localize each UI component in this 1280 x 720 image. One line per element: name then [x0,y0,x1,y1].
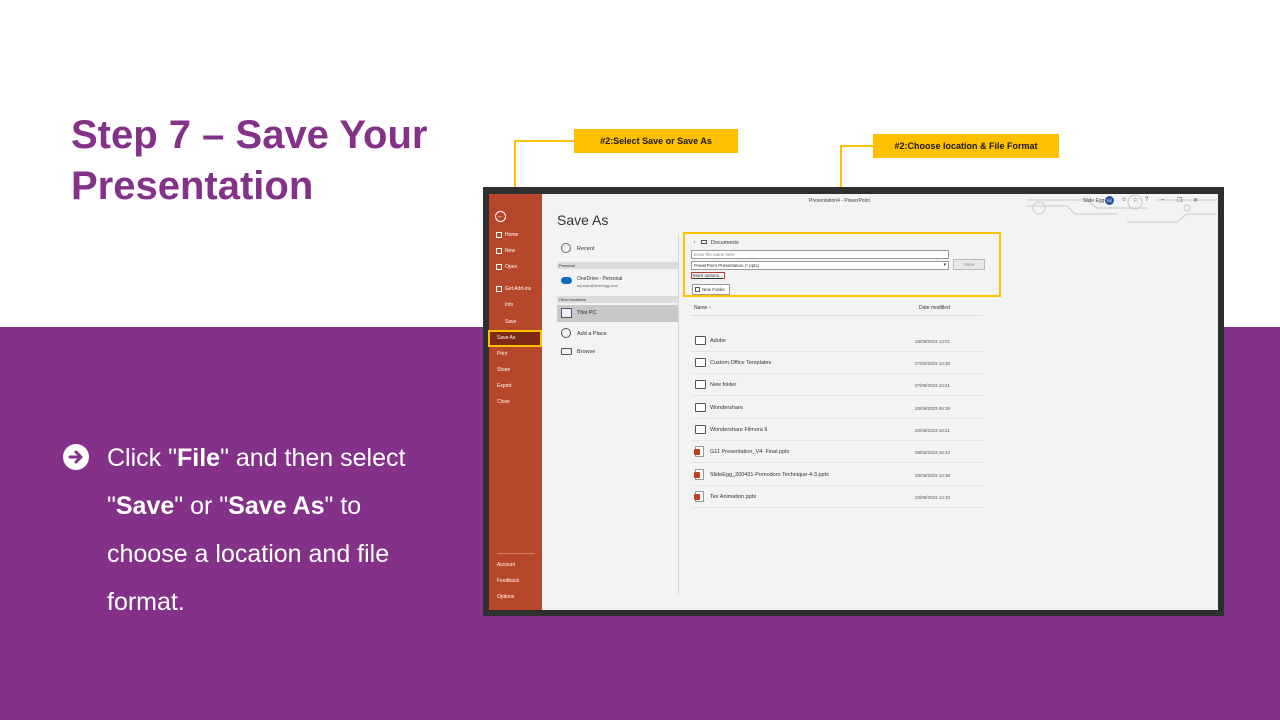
slide-title: Step 7 – Save Your Presentation [71,110,471,212]
arrow-circle-right-icon [63,444,89,470]
cloud-icon [561,277,572,284]
backstage-sidebar: ← Home New Open Get Add-ins Info Save Sa… [489,194,542,610]
backstage-item-close[interactable]: Close [489,395,542,409]
open-folder-icon [496,264,502,270]
list-item[interactable]: Custom Office Templates 07/02/2023 10:30 [691,352,983,374]
close-icon[interactable]: ✕ [1193,197,1198,204]
folder-icon [695,403,706,412]
group-header-other: Other locations [557,296,678,303]
highlight-save-as [488,330,542,347]
window-title: Presentation4 - PowerPoint [809,198,870,204]
backstage-item-get-add-ins[interactable]: Get Add-ins [489,282,542,296]
folder-icon [695,425,706,434]
back-arrow-icon[interactable]: ← [495,211,506,222]
backstage-item-info[interactable]: Info [489,298,542,312]
callout-choose-location: #2:Choose location & File Format [873,134,1059,158]
folder-icon [695,380,706,389]
connector-2-horizontal [840,145,873,147]
help-icon[interactable]: ? [1145,197,1148,203]
highlight-location-format [683,232,1001,297]
list-item[interactable]: Tex Animation.pptx 20/09/2023 13:10 [691,486,983,508]
group-header-personal: Personal [557,262,678,269]
backstage-item-share[interactable]: Share [489,363,542,377]
panel-divider [678,234,679,594]
slide-title-line-1: Step 7 – Save Your [71,113,428,157]
backstage-divider [497,553,535,554]
backstage-item-print[interactable]: Print [489,347,542,361]
column-header-date[interactable]: Date modified [919,305,950,311]
computer-icon [561,308,572,318]
column-header-name[interactable]: Name ↑ [694,305,711,311]
add-ins-icon [496,286,502,292]
emoji-icon[interactable]: ☺ [1121,197,1127,203]
location-onedrive[interactable]: OneDrive - Personal arjunan@slideegg.com [557,273,678,291]
location-this-pc[interactable]: This PC [557,305,678,322]
instruction-text: Click "File" and then select "Save" or "… [107,444,406,616]
restore-icon[interactable]: ❐ [1177,197,1182,204]
list-item[interactable]: Adobe 18/09/2023 13:01 [691,330,983,352]
minimize-icon[interactable]: – [1161,197,1164,203]
backstage-item-feedback[interactable]: Feedback [489,574,542,588]
list-item[interactable]: New folder 07/09/2023 10:41 [691,374,983,396]
backstage-item-export[interactable]: Export [489,379,542,393]
folder-icon [695,358,706,367]
clock-icon [561,243,571,253]
header-divider [691,315,983,316]
backstage-item-save[interactable]: Save [489,315,542,329]
location-browse[interactable]: Browse [557,345,678,359]
list-item[interactable]: Wondershare 20/09/2023 09:39 [691,397,983,419]
powerpoint-file-icon [694,446,704,457]
backstage-item-home[interactable]: Home [489,228,542,242]
avatar[interactable]: SE [1105,196,1114,205]
location-recent[interactable]: Recent [557,242,678,256]
folder-icon [561,348,572,355]
callout-select-save: #2:Select Save or Save As [574,129,738,153]
folder-icon [695,336,706,345]
backstage-item-open[interactable]: Open [489,260,542,274]
list-item[interactable]: SlideEgg_200431-Pomodoro Technique-4-3.p… [691,464,983,486]
slide-title-line-2: Presentation [71,164,314,208]
globe-icon [561,328,571,338]
powerpoint-file-icon [694,491,704,502]
location-add-place[interactable]: Add a Place [557,327,678,341]
flag-icon[interactable]: ⚐ [1133,197,1138,204]
list-item[interactable]: Wondershare Filmora 9 20/09/2023 19:21 [691,419,983,441]
connector-1-horizontal [514,140,574,142]
home-icon [496,232,502,238]
onedrive-email: arjunan@slideegg.com [577,283,618,288]
new-file-icon [496,248,502,254]
backstage-item-options[interactable]: Options [489,590,542,604]
list-item[interactable]: G11 Presentation_V4- Final.pptx 06/03/20… [691,441,983,463]
page-title: Save As [557,212,609,228]
powerpoint-file-icon [694,469,704,480]
user-name: Slide Egg [1083,198,1105,204]
backstage-item-account[interactable]: Account [489,558,542,572]
backstage-item-new[interactable]: New [489,244,542,258]
onedrive-name: OneDrive - Personal [577,276,623,282]
